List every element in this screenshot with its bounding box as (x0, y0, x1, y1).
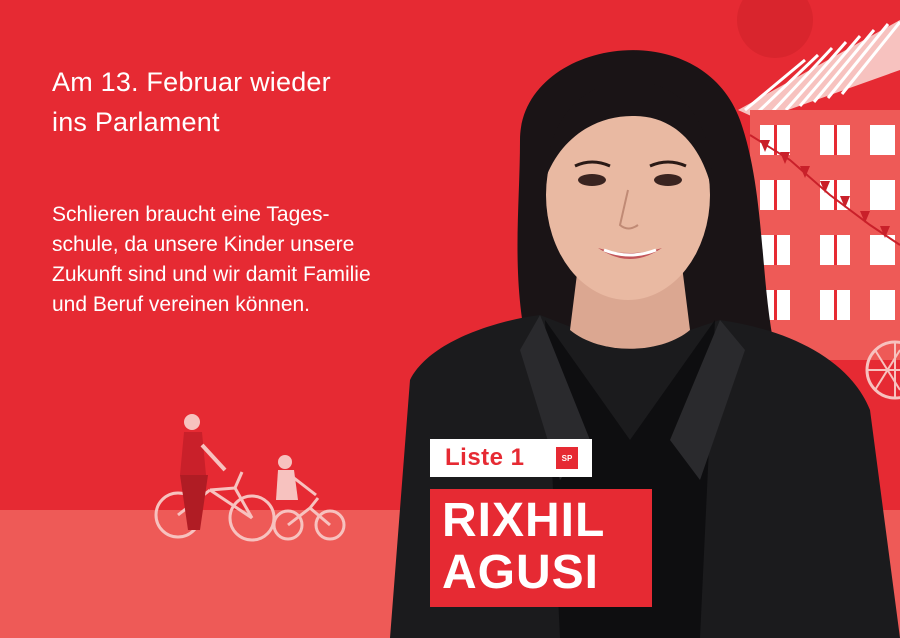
headline: Am 13. Februar wieder ins Parlament (52, 62, 472, 142)
election-poster: Am 13. Februar wieder ins Parlament Schl… (0, 0, 900, 638)
bicycle-family-illustration (154, 414, 346, 542)
candidate-last-name: AGUSI (442, 546, 600, 599)
headline-line: ins Parlament (52, 107, 220, 137)
list-badge: Liste 1 SP (430, 439, 592, 477)
statement-line: und Beruf vereinen können. (52, 293, 311, 316)
statement-line: schule, da unsere Kinder unsere (52, 233, 355, 256)
statement-line: Schlieren braucht eine Tages- (52, 203, 330, 226)
list-label: Liste 1 (445, 444, 525, 471)
campaign-statement: Schlieren braucht eine Tages- schule, da… (52, 200, 492, 320)
candidate-name-box: RIXHIL AGUSI (430, 489, 652, 607)
candidate-first-name: RIXHIL (442, 494, 606, 547)
sp-logo-text: SP (561, 453, 573, 463)
statement-line: Zukunft sind und wir damit Familie (52, 263, 371, 286)
sp-logo-icon: SP (556, 447, 578, 469)
headline-line: Am 13. Februar wieder (52, 67, 331, 97)
